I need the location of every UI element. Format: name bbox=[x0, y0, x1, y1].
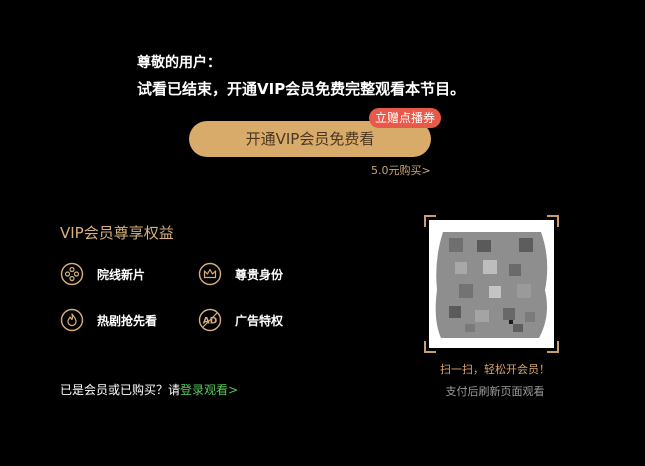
benefits-title: VIP会员尊享权益 bbox=[60, 224, 174, 242]
login-prompt-text: 已是会员或已购买？请 bbox=[60, 383, 181, 397]
no-ad-icon: AD bbox=[198, 308, 222, 332]
qr-caption: 扫一扫，轻松开会员！ bbox=[440, 363, 550, 376]
flame-icon bbox=[60, 308, 84, 332]
buy-single-link[interactable]: 5.0元购买> bbox=[371, 162, 431, 178]
benefit-item-new-films: 院线新片 bbox=[60, 262, 145, 286]
benefit-item-vip-identity: 尊贵身份 bbox=[198, 262, 283, 286]
login-link[interactable]: 登录观看> bbox=[180, 383, 238, 397]
benefit-item-early-access: 热剧抢先看 bbox=[60, 308, 157, 332]
benefit-item-ad-free: AD 广告特权 bbox=[198, 308, 283, 332]
benefit-label: 尊贵身份 bbox=[235, 267, 284, 282]
qr-subcaption: 支付后刷新页面观看 bbox=[445, 385, 545, 398]
benefit-label: 热剧抢先看 bbox=[97, 313, 158, 328]
film-reel-icon bbox=[60, 262, 84, 286]
qr-code-image bbox=[429, 220, 554, 348]
crown-icon bbox=[198, 262, 222, 286]
qr-code-frame bbox=[424, 215, 559, 353]
paywall-message: 试看已结束，开通VIP会员免费完整观看本节目。 bbox=[137, 80, 466, 98]
gift-coupon-badge: 立赠点播券 bbox=[369, 108, 442, 128]
login-prompt: 已是会员或已购买？请登录观看> bbox=[60, 381, 238, 398]
benefit-label: 广告特权 bbox=[235, 313, 284, 328]
benefit-label: 院线新片 bbox=[97, 267, 146, 282]
paywall-greeting: 尊敬的用户： bbox=[137, 55, 221, 71]
